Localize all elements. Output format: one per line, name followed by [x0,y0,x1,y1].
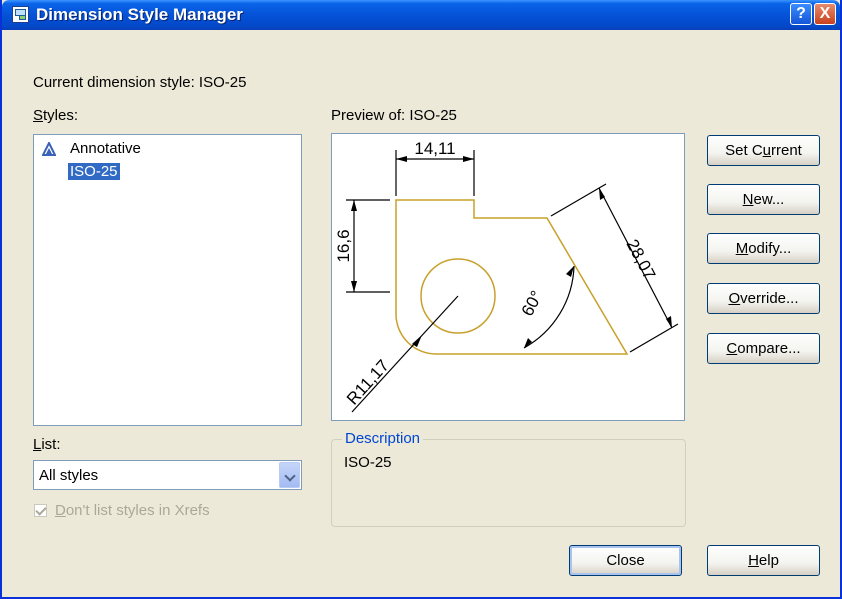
preview-geometry [395,199,629,355]
dim-angle-text: 60° [518,288,547,320]
list-filter-dropdown[interactable]: All styles [33,460,302,490]
title-bar[interactable]: Dimension Style Manager ? X [2,0,840,30]
style-item-iso-25[interactable]: ISO-25 [68,163,120,180]
list-label-rest: ist: [41,436,61,453]
description-group: Description ISO-25 [331,430,686,527]
help-icon[interactable]: ? [790,3,812,25]
new-button[interactable]: New... [707,184,820,215]
dim-diagonal-text: 28,07 [622,236,659,282]
help-text: elp [758,552,779,569]
dim-left-height-text: 16,6 [334,229,353,262]
chevron-down-icon[interactable] [279,462,300,488]
modify-button[interactable]: Modify... [707,233,820,264]
window-title: Dimension Style Manager [36,5,243,24]
current-style-label: Current dimension style: ISO-25 [33,74,247,91]
description-text: ISO-25 [344,454,392,471]
override-text: verride... [740,290,799,307]
new-text: ew... [753,191,785,208]
dimension-preview-drawing: 14,11 16,6 28,07 60° R11,17 [334,139,679,413]
set-current-text-a: Set C [725,142,763,159]
override-button[interactable]: Override... [707,283,820,314]
dim-radius-text: R11,17 [343,356,393,409]
dimension-style-manager-dialog: Dimension Style Manager ? X Current dime… [0,0,842,599]
set-current-text-b: rrent [771,142,802,159]
xrefs-label-key: D [55,502,66,519]
compare-button[interactable]: Compare... [707,333,820,364]
preview-label: Preview of: ISO-25 [331,107,457,124]
preview-pane: 14,11 16,6 28,07 60° R11,17 [331,133,685,421]
set-current-key: u [762,142,771,159]
help-button[interactable]: Help [707,545,820,576]
compare-key: C [726,340,738,357]
styles-label-rest: tyles: [43,107,79,124]
compare-text: ompare... [737,340,801,357]
close-icon[interactable]: X [814,3,836,25]
xrefs-label-rest: on't list styles in Xrefs [65,502,210,519]
styles-label: Styles: [33,107,78,124]
description-legend: Description [342,430,424,447]
dimension-arrows [351,156,672,348]
styles-label-key: S [33,107,44,124]
styles-list[interactable]: Annotative ISO-25 [33,134,302,426]
dimension-texts: 14,11 16,6 28,07 60° R11,17 [334,139,659,409]
help-key: H [748,552,759,569]
list-filter-value: All styles [39,467,99,484]
style-item-annotative[interactable]: Annotative [70,140,141,157]
xrefs-checkbox-label: Don't list styles in Xrefs [55,502,210,519]
dim-top-width-text: 14,11 [414,139,455,158]
modify-text: odify... [748,240,792,257]
override-key: O [728,290,741,307]
close-button[interactable]: Close [569,545,682,576]
set-current-button[interactable]: Set Current [707,135,820,166]
xrefs-checkbox[interactable] [34,504,47,517]
app-icon [12,6,29,23]
modify-key: M [735,240,749,257]
annotative-icon [42,142,56,156]
list-label: List: [33,436,61,453]
new-key: N [742,191,754,208]
